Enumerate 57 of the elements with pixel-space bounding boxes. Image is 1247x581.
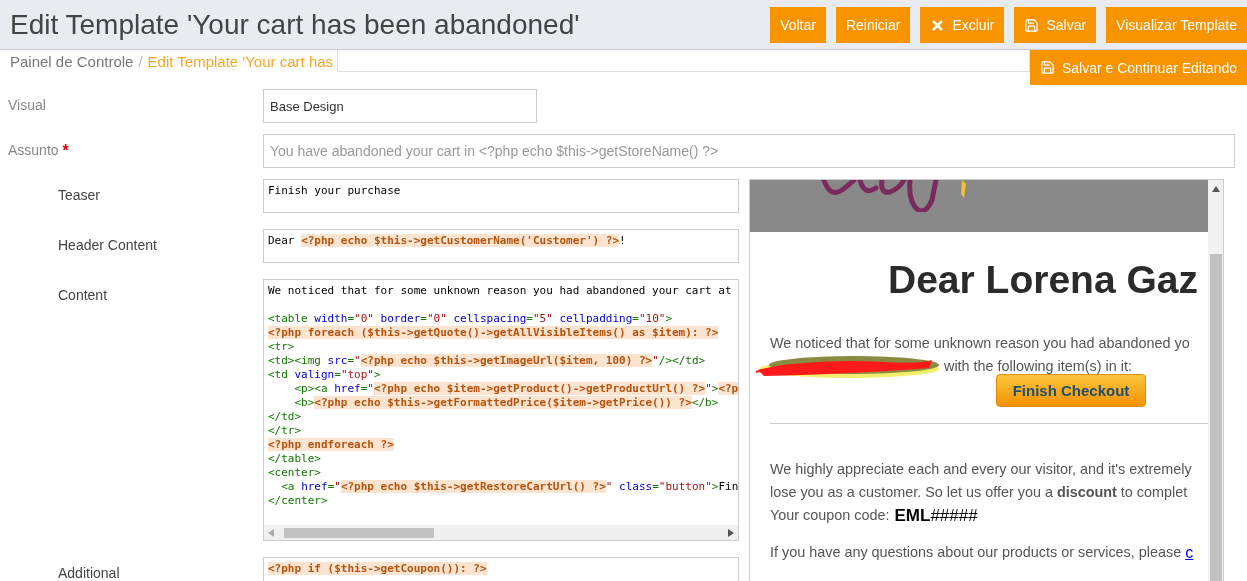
code-editor[interactable]: Finish your purchase <box>263 179 739 213</box>
field-label: Header Content <box>57 236 158 255</box>
code-line: <b><?php echo $this->getFormattedPrice($item->getPrice()) ?></b> <box>293 396 719 410</box>
code-line: We noticed that for some unknown reason you had abandoned your cart at <box>268 284 732 298</box>
code-line: <table width="0" border="0" cellspacing="5" cellpadding="10"> <box>268 312 673 326</box>
field-label: Teaser <box>57 186 102 205</box>
toolbar-button[interactable]: Reiniciar <box>835 7 911 43</box>
body-text: We noticed that for some unknown reason you had abandoned yo <box>770 334 1191 353</box>
body-text: If you have any questions about our products or services, please <box>770 543 1182 562</box>
save-icon <box>1024 17 1040 33</box>
page-title: Edit Template 'Your cart has been abandoned' <box>10 8 580 41</box>
toolbar-button[interactable]: Salvar <box>1014 7 1097 43</box>
code-editor[interactable]: <?php if ($this->getCoupon()): ?> <box>263 557 739 581</box>
body-text: We highly appreciate each and every our visitor, and it's extremely <box>770 460 1193 479</box>
code-editor[interactable]: Dear <?php echo $this->getCustomerName('Customer') ?>! <box>263 229 739 263</box>
save-icon <box>1039 60 1055 75</box>
code-line: <td valign="top"> <box>268 368 381 382</box>
toolbar-button[interactable]: Excluir <box>920 7 1005 43</box>
code-line: </tr> <box>268 424 302 438</box>
toolbar-button[interactable]: Visualizar Template <box>1106 7 1247 43</box>
scroll-right-icon[interactable] <box>728 528 734 537</box>
field-label: Visual <box>8 97 46 113</box>
code-line: <tr> <box>268 340 295 354</box>
body-text: lose you as a customer. So let us offer you a discount to complet <box>770 483 1189 502</box>
scroll-up-icon[interactable] <box>1211 186 1220 192</box>
scroll-left-icon[interactable] <box>268 528 274 537</box>
code-line: <p><a href="<?php echo $item->getProduct()->getProductUrl() ?>"><?p <box>293 382 738 396</box>
breadcrumb-link[interactable]: Painel de Controle <box>10 53 134 70</box>
code-line: Finish your purchase <box>268 184 401 198</box>
code-line: </center> <box>268 494 328 508</box>
body-text: with the following item(s) in it: <box>944 357 1132 376</box>
field-label: Additional <box>57 564 121 581</box>
scrollbar-thumb[interactable] <box>1209 254 1222 581</box>
field-label: Assunto <box>8 142 59 158</box>
save-continue-button[interactable]: Salvar e Continuar Editando <box>1029 50 1247 85</box>
code-line: </table> <box>268 452 321 466</box>
greeting-heading: Dear Lorena Gaz <box>888 258 1199 302</box>
coupon-label: Your coupon code: <box>770 506 890 525</box>
field-label: Content <box>57 286 109 305</box>
finish-checkout-button[interactable]: Finish Checkout <box>996 374 1146 407</box>
code-line: <a href="<?php echo $this->getRestoreCartUrl() ?>" class="button">Fin <box>280 480 738 494</box>
horizontal-scrollbar[interactable] <box>264 525 738 540</box>
code-editor[interactable] <box>263 279 739 541</box>
input-field[interactable]: You have abandoned your cart in <?php echo $this->getStoreName() ?> <box>263 134 1235 168</box>
input-field[interactable]: Base Design <box>263 89 537 123</box>
coupon-code: EML##### <box>894 505 978 526</box>
description-field[interactable] <box>337 50 1030 72</box>
required-mark: * <box>62 142 69 160</box>
scrollbar-thumb[interactable] <box>284 527 434 538</box>
code-line: </td> <box>268 410 302 424</box>
code-line: <td><img src="<?php echo $this->getImageUrl($item, 100) ?>"/></td> <box>268 354 706 368</box>
toolbar-button[interactable]: Voltar <box>770 7 826 43</box>
contact-link[interactable]: c <box>1185 543 1194 562</box>
breadcrumb-separator: / <box>138 53 143 70</box>
code-line: Dear <?php echo $this->getCustomerName('Customer') ?>! <box>268 234 626 248</box>
code-line: <center> <box>268 466 321 480</box>
vertical-scrollbar[interactable] <box>1208 180 1223 581</box>
